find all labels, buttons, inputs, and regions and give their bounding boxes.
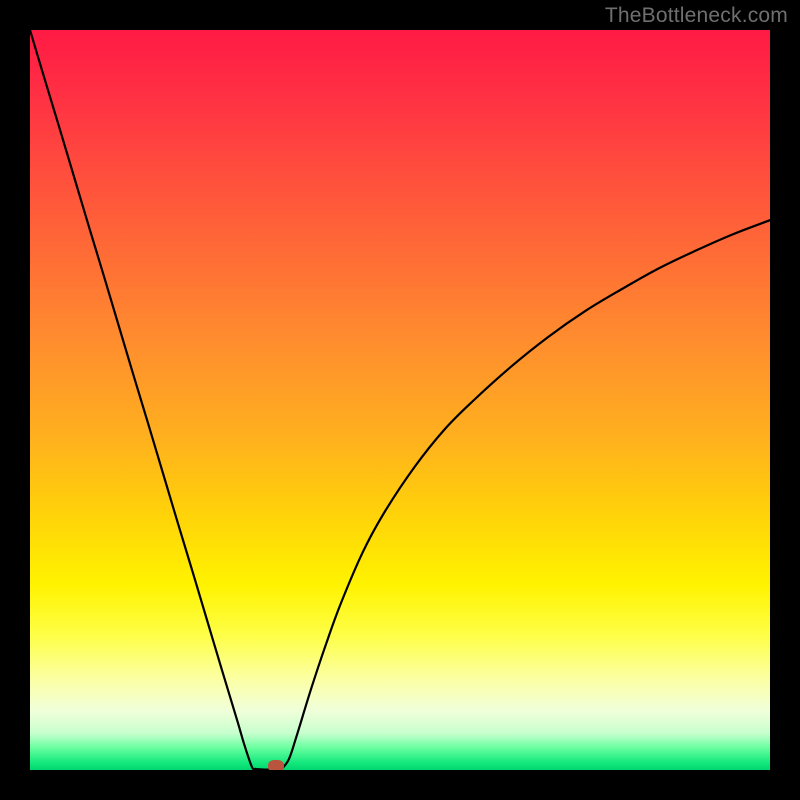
curve-path: [30, 30, 770, 770]
plot-area: [30, 30, 770, 770]
attribution-label: TheBottleneck.com: [605, 4, 788, 28]
chart-frame: TheBottleneck.com: [0, 0, 800, 800]
valley-marker: [268, 760, 284, 770]
bottleneck-curve: [30, 30, 770, 770]
